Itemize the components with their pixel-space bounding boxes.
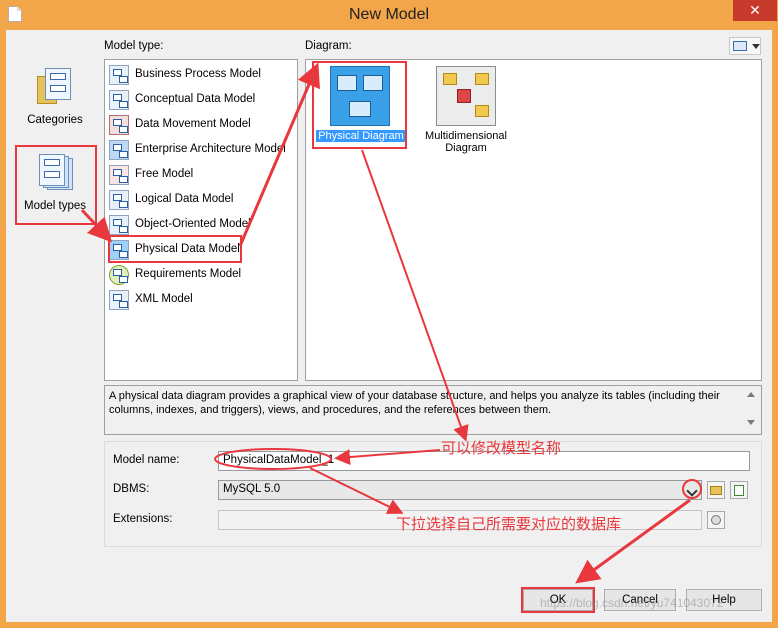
model-type-label: Model type:: [104, 40, 164, 52]
model-type-item[interactable]: Logical Data Model: [109, 189, 289, 211]
chevron-down-icon: [686, 485, 698, 497]
model-type-item[interactable]: Object-Oriented Model: [109, 214, 289, 236]
dbms-label: DBMS:: [113, 483, 150, 495]
extensions-icon: [711, 515, 721, 525]
highlight-model-types: [15, 145, 97, 225]
model-type-item[interactable]: Enterprise Architecture Model: [109, 139, 289, 161]
categories-icon: [37, 68, 73, 108]
close-button[interactable]: ✕: [733, 0, 777, 21]
object-oriented-icon: [109, 215, 129, 235]
window-title: New Model: [348, 6, 430, 23]
browse-dbms-button[interactable]: [707, 481, 725, 499]
model-type-item[interactable]: Data Movement Model: [109, 114, 289, 136]
enterprise-architecture-icon: [109, 140, 129, 160]
folder-icon: [710, 486, 722, 495]
title-bar[interactable]: New Model ✕: [0, 0, 778, 30]
model-type-item[interactable]: Business Process Model: [109, 64, 289, 86]
xml-model-icon: [109, 290, 129, 310]
edit-dbms-button[interactable]: [730, 481, 748, 499]
list-view-icon: [733, 41, 747, 51]
free-model-icon: [109, 165, 129, 185]
highlight-physical-diagram: [312, 61, 407, 149]
chevron-down-icon: [752, 44, 760, 49]
scroll-up-icon[interactable]: [747, 392, 755, 397]
model-type-item[interactable]: Free Model: [109, 164, 289, 186]
highlight-physical-data-model: [108, 235, 242, 263]
view-mode-button[interactable]: [729, 37, 761, 55]
model-type-list[interactable]: Business Process Model Conceptual Data M…: [104, 59, 298, 381]
diagram-label-multidimensional: Multidimensional Diagram: [425, 130, 507, 154]
data-movement-icon: [109, 115, 129, 135]
description-box: A physical data diagram provides a graph…: [104, 385, 762, 435]
business-process-icon: [109, 65, 129, 85]
model-type-item[interactable]: Conceptual Data Model: [109, 89, 289, 111]
categories-label: Categories: [27, 114, 83, 126]
conceptual-data-icon: [109, 90, 129, 110]
select-extensions-button[interactable]: [707, 511, 725, 529]
dbms-dropdown-button[interactable]: [684, 482, 700, 498]
scroll-down-icon[interactable]: [747, 420, 755, 425]
extensions-label: Extensions:: [113, 513, 173, 525]
properties-icon: [734, 485, 744, 496]
diagram-label: Diagram:: [305, 40, 352, 52]
model-type-item[interactable]: Requirements Model: [109, 264, 289, 286]
logical-data-icon: [109, 190, 129, 210]
model-name-label: Model name:: [113, 454, 180, 466]
multidimensional-diagram-icon: [436, 66, 496, 126]
categories-button[interactable]: Categories: [20, 68, 90, 126]
watermark: https://blog.csdn.net/yu741043072: [540, 596, 724, 610]
dialog-body: Categories Model types Model type: Busin…: [6, 30, 772, 622]
annotation-rename: 可以修改模型名称: [441, 440, 562, 457]
requirements-icon: [109, 265, 129, 285]
model-type-item[interactable]: XML Model: [109, 289, 289, 311]
new-model-dialog: New Model ✕ Categories Model types Model…: [0, 0, 778, 628]
annotation-dbms: 下拉选择自己所需要对应的数据库: [396, 516, 622, 533]
dbms-select[interactable]: MySQL 5.0: [218, 480, 702, 500]
